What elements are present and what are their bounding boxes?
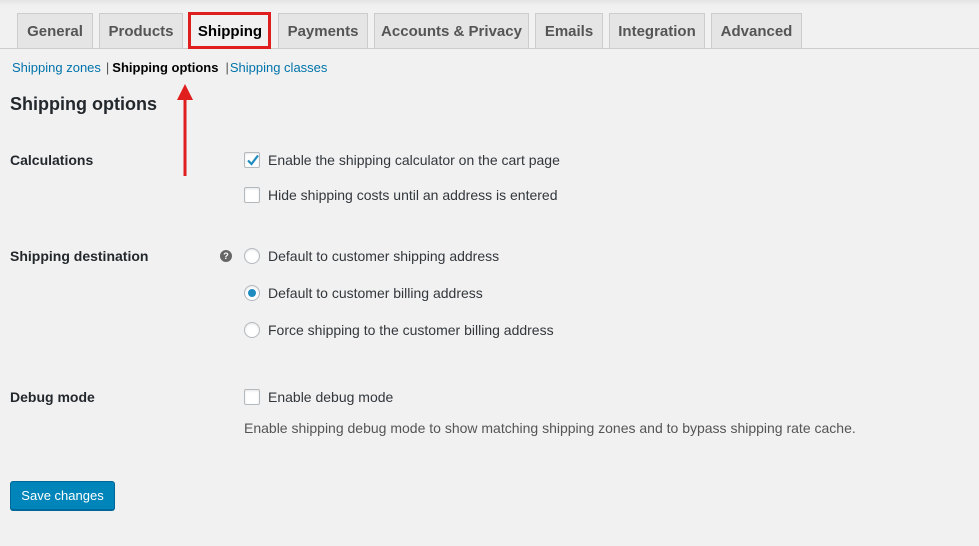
destination-shipping-radio[interactable]: [244, 248, 260, 264]
tab-integration[interactable]: Integration: [609, 13, 705, 48]
settings-page: General Products Shipping Payments Accou…: [0, 0, 979, 546]
checkmark-icon: [247, 154, 259, 166]
debug-mode-checkbox[interactable]: [244, 389, 260, 405]
force-billing-label: Force shipping to the customer billing a…: [268, 322, 554, 338]
tab-general[interactable]: General: [17, 13, 93, 48]
subnav-shipping-zones[interactable]: Shipping zones: [12, 60, 101, 75]
tab-shipping[interactable]: Shipping: [189, 13, 271, 49]
tab-advanced[interactable]: Advanced: [711, 13, 802, 48]
subnav-separator: |: [105, 60, 110, 75]
tab-accounts-privacy[interactable]: Accounts & Privacy: [374, 13, 529, 48]
debug-mode-option-label: Enable debug mode: [268, 389, 394, 405]
debug-mode-option[interactable]: Enable debug mode: [244, 389, 393, 405]
shipping-calculator-checkbox[interactable]: [244, 152, 260, 168]
destination-shipping-option[interactable]: Default to customer shipping address: [244, 248, 499, 264]
annotation-arrow-icon: [177, 84, 193, 176]
debug-mode-label: Debug mode: [10, 389, 95, 405]
shipping-subnav: Shipping zones | Shipping options |Shipping…: [12, 60, 327, 78]
force-billing-radio[interactable]: [244, 322, 260, 338]
destination-billing-label: Default to customer billing address: [268, 285, 483, 301]
destination-billing-option[interactable]: Default to customer billing address: [244, 285, 483, 301]
save-changes-button[interactable]: Save changes: [10, 481, 115, 510]
tab-products[interactable]: Products: [99, 13, 183, 48]
settings-tabs: General Products Shipping Payments Accou…: [0, 13, 979, 49]
force-billing-option[interactable]: Force shipping to the customer billing a…: [244, 322, 554, 338]
hide-costs-option[interactable]: Hide shipping costs until an address is …: [244, 187, 558, 203]
calculations-label: Calculations: [10, 152, 94, 168]
hide-costs-label: Hide shipping costs until an address is …: [268, 187, 558, 203]
shipping-destination-label: Shipping destination: [10, 248, 149, 264]
destination-billing-radio[interactable]: [244, 285, 260, 301]
subnav-shipping-options[interactable]: Shipping options: [112, 60, 218, 75]
help-icon[interactable]: ?: [220, 250, 232, 262]
shipping-calculator-label: Enable the shipping calculator on the ca…: [268, 152, 560, 168]
destination-shipping-label: Default to customer shipping address: [268, 248, 500, 264]
page-title: Shipping options: [10, 94, 157, 114]
hide-costs-checkbox[interactable]: [244, 187, 260, 203]
subnav-separator: |: [225, 60, 229, 75]
tab-payments[interactable]: Payments: [278, 13, 368, 48]
top-shadow: [0, 0, 979, 6]
tab-emails[interactable]: Emails: [535, 13, 603, 48]
subnav-shipping-classes[interactable]: Shipping classes: [230, 60, 328, 75]
debug-mode-description: Enable shipping debug mode to show match…: [244, 420, 856, 436]
shipping-calculator-option[interactable]: Enable the shipping calculator on the ca…: [244, 152, 560, 168]
